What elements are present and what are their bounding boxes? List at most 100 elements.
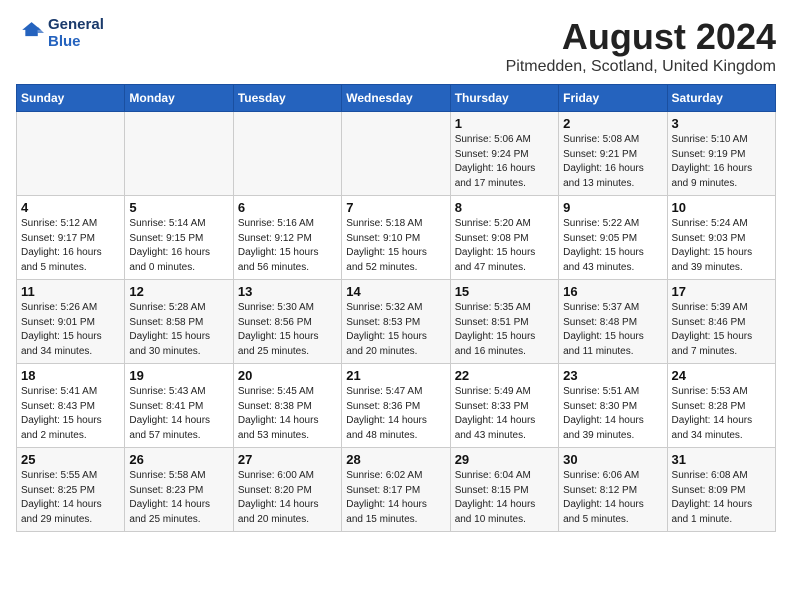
calendar-cell: 17 Sunrise: 5:39 AMSunset: 8:46 PMDayligh…	[667, 280, 775, 364]
day-number: 29	[455, 452, 554, 467]
day-number: 22	[455, 368, 554, 383]
calendar-cell: 11 Sunrise: 5:26 AMSunset: 9:01 PMDayligh…	[17, 280, 125, 364]
weekday-header-sunday: Sunday	[17, 85, 125, 112]
weekday-header-tuesday: Tuesday	[233, 85, 341, 112]
calendar-cell: 18 Sunrise: 5:41 AMSunset: 8:43 PMDayligh…	[17, 364, 125, 448]
main-title: August 2024	[506, 16, 776, 58]
day-number: 7	[346, 200, 445, 215]
day-info: Sunrise: 5:18 AMSunset: 9:10 PMDaylight:…	[346, 217, 445, 275]
calendar-cell: 16 Sunrise: 5:37 AMSunset: 8:48 PMDayligh…	[559, 280, 667, 364]
day-info: Sunrise: 5:08 AMSunset: 9:21 PMDaylight:…	[563, 133, 662, 191]
day-number: 16	[563, 284, 662, 299]
day-number: 18	[21, 368, 120, 383]
calendar-cell: 13Sunrise: 5:30 AMSunset: 8:56 PMDayligh…	[233, 280, 341, 364]
week-row-3: 11 Sunrise: 5:26 AMSunset: 9:01 PMDayligh…	[17, 280, 776, 364]
calendar-cell: 14Sunrise: 5:32 AMSunset: 8:53 PMDayligh…	[342, 280, 450, 364]
day-number: 4	[21, 200, 120, 215]
calendar-cell: 4 Sunrise: 5:12 AMSunset: 9:17 PMDaylight…	[17, 196, 125, 280]
calendar-cell: 6Sunrise: 5:16 AMSunset: 9:12 PMDaylight…	[233, 196, 341, 280]
logo-icon	[16, 19, 44, 47]
day-info: Sunrise: 6:00 AMSunset: 8:20 PMDaylight:…	[238, 469, 337, 527]
calendar-cell: 31Sunrise: 6:08 AMSunset: 8:09 PMDayligh…	[667, 448, 775, 532]
calendar-cell	[17, 112, 125, 196]
day-info: Sunrise: 5:26 AMSunset: 9:01 PMDaylight:…	[21, 301, 120, 359]
logo: General Blue	[16, 16, 104, 50]
calendar-cell: 25 Sunrise: 5:55 AMSunset: 8:25 PMDayligh…	[17, 448, 125, 532]
day-number: 19	[129, 368, 228, 383]
calendar-cell: 10 Sunrise: 5:24 AMSunset: 9:03 PMDayligh…	[667, 196, 775, 280]
day-info: Sunrise: 5:16 AMSunset: 9:12 PMDaylight:…	[238, 217, 337, 275]
day-info: Sunrise: 5:22 AMSunset: 9:05 PMDaylight:…	[563, 217, 662, 275]
day-info: Sunrise: 5:55 AMSunset: 8:25 PMDaylight:…	[21, 469, 120, 527]
logo-text: General Blue	[48, 16, 104, 50]
week-row-4: 18 Sunrise: 5:41 AMSunset: 8:43 PMDayligh…	[17, 364, 776, 448]
calendar-cell: 27 Sunrise: 6:00 AMSunset: 8:20 PMDayligh…	[233, 448, 341, 532]
calendar-cell: 21 Sunrise: 5:47 AMSunset: 8:36 PMDayligh…	[342, 364, 450, 448]
weekday-header-monday: Monday	[125, 85, 233, 112]
day-info: Sunrise: 5:28 AMSunset: 8:58 PMDaylight:…	[129, 301, 228, 359]
day-number: 1	[455, 116, 554, 131]
weekday-header-friday: Friday	[559, 85, 667, 112]
day-info: Sunrise: 5:53 AMSunset: 8:28 PMDaylight:…	[672, 385, 771, 443]
day-info: Sunrise: 5:06 AMSunset: 9:24 PMDaylight:…	[455, 133, 554, 191]
calendar-cell: 2 Sunrise: 5:08 AMSunset: 9:21 PMDaylight…	[559, 112, 667, 196]
calendar-cell: 29 Sunrise: 6:04 AMSunset: 8:15 PMDayligh…	[450, 448, 558, 532]
calendar-cell: 23Sunrise: 5:51 AMSunset: 8:30 PMDayligh…	[559, 364, 667, 448]
day-info: Sunrise: 5:35 AMSunset: 8:51 PMDaylight:…	[455, 301, 554, 359]
subtitle: Pitmedden, Scotland, United Kingdom	[506, 58, 776, 76]
day-number: 5	[129, 200, 228, 215]
day-number: 2	[563, 116, 662, 131]
day-number: 27	[238, 452, 337, 467]
day-info: Sunrise: 5:58 AMSunset: 8:23 PMDaylight:…	[129, 469, 228, 527]
day-number: 11	[21, 284, 120, 299]
calendar-cell: 7 Sunrise: 5:18 AMSunset: 9:10 PMDaylight…	[342, 196, 450, 280]
calendar-cell: 20Sunrise: 5:45 AMSunset: 8:38 PMDayligh…	[233, 364, 341, 448]
day-number: 15	[455, 284, 554, 299]
calendar-cell: 24 Sunrise: 5:53 AMSunset: 8:28 PMDayligh…	[667, 364, 775, 448]
day-info: Sunrise: 5:37 AMSunset: 8:48 PMDaylight:…	[563, 301, 662, 359]
weekday-header-saturday: Saturday	[667, 85, 775, 112]
day-number: 31	[672, 452, 771, 467]
day-info: Sunrise: 5:45 AMSunset: 8:38 PMDaylight:…	[238, 385, 337, 443]
day-info: Sunrise: 5:49 AMSunset: 8:33 PMDaylight:…	[455, 385, 554, 443]
day-info: Sunrise: 5:43 AMSunset: 8:41 PMDaylight:…	[129, 385, 228, 443]
day-number: 30	[563, 452, 662, 467]
day-number: 21	[346, 368, 445, 383]
day-number: 9	[563, 200, 662, 215]
day-info: Sunrise: 5:20 AMSunset: 9:08 PMDaylight:…	[455, 217, 554, 275]
day-info: Sunrise: 5:41 AMSunset: 8:43 PMDaylight:…	[21, 385, 120, 443]
day-info: Sunrise: 6:02 AMSunset: 8:17 PMDaylight:…	[346, 469, 445, 527]
day-info: Sunrise: 5:24 AMSunset: 9:03 PMDaylight:…	[672, 217, 771, 275]
calendar-cell	[233, 112, 341, 196]
day-number: 28	[346, 452, 445, 467]
day-info: Sunrise: 5:47 AMSunset: 8:36 PMDaylight:…	[346, 385, 445, 443]
week-row-5: 25 Sunrise: 5:55 AMSunset: 8:25 PMDayligh…	[17, 448, 776, 532]
calendar-cell: 12 Sunrise: 5:28 AMSunset: 8:58 PMDayligh…	[125, 280, 233, 364]
weekday-header-wednesday: Wednesday	[342, 85, 450, 112]
day-info: Sunrise: 5:39 AMSunset: 8:46 PMDaylight:…	[672, 301, 771, 359]
week-row-1: 1 Sunrise: 5:06 AMSunset: 9:24 PMDaylight…	[17, 112, 776, 196]
day-number: 3	[672, 116, 771, 131]
day-number: 8	[455, 200, 554, 215]
calendar-cell: 9 Sunrise: 5:22 AMSunset: 9:05 PMDaylight…	[559, 196, 667, 280]
day-number: 25	[21, 452, 120, 467]
calendar-header-row: SundayMondayTuesdayWednesdayThursdayFrid…	[17, 85, 776, 112]
title-block: August 2024 Pitmedden, Scotland, United …	[506, 16, 776, 76]
week-row-2: 4 Sunrise: 5:12 AMSunset: 9:17 PMDaylight…	[17, 196, 776, 280]
day-info: Sunrise: 5:32 AMSunset: 8:53 PMDaylight:…	[346, 301, 445, 359]
day-number: 12	[129, 284, 228, 299]
day-number: 24	[672, 368, 771, 383]
day-info: Sunrise: 5:10 AMSunset: 9:19 PMDaylight:…	[672, 133, 771, 191]
calendar-cell: 19 Sunrise: 5:43 AMSunset: 8:41 PMDayligh…	[125, 364, 233, 448]
day-info: Sunrise: 6:04 AMSunset: 8:15 PMDaylight:…	[455, 469, 554, 527]
day-number: 10	[672, 200, 771, 215]
calendar-cell	[342, 112, 450, 196]
day-info: Sunrise: 5:14 AMSunset: 9:15 PMDaylight:…	[129, 217, 228, 275]
page-header: General Blue August 2024 Pitmedden, Scot…	[16, 16, 776, 76]
weekday-header-thursday: Thursday	[450, 85, 558, 112]
day-info: Sunrise: 5:12 AMSunset: 9:17 PMDaylight:…	[21, 217, 120, 275]
day-number: 26	[129, 452, 228, 467]
day-info: Sunrise: 6:06 AMSunset: 8:12 PMDaylight:…	[563, 469, 662, 527]
day-number: 17	[672, 284, 771, 299]
calendar-cell	[125, 112, 233, 196]
